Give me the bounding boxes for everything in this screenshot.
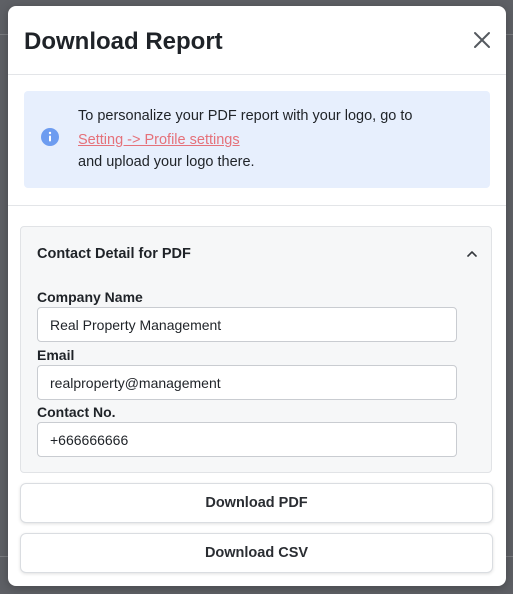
info-icon [41,128,59,146]
accordion-title[interactable]: Contact Detail for PDF [37,246,191,262]
company-name-input[interactable] [37,307,457,342]
contact-no-input[interactable] [37,422,457,457]
contact-no-label: Contact No. [37,404,116,420]
email-label: Email [37,347,75,363]
modal-title: Download Report [24,28,223,55]
email-input[interactable] [37,365,457,400]
modal-header: Download Report [8,6,506,75]
info-text: To personalize your PDF report with your… [78,108,413,124]
profile-settings-link[interactable]: Setting -> Profile settings [78,132,240,148]
chevron-up-icon[interactable] [465,247,479,261]
logo-info-banner: To personalize your PDF report with your… [24,91,490,188]
close-icon[interactable] [472,30,492,50]
download-report-modal: Download Report To personalize your PDF … [8,6,506,586]
download-pdf-button[interactable]: Download PDF [20,483,493,523]
section-divider [8,205,506,206]
company-name-label: Company Name [37,289,143,305]
contact-detail-accordion: Contact Detail for PDF Company Name Emai… [20,226,492,473]
download-csv-button[interactable]: Download CSV [20,533,493,573]
info-text: and upload your logo there. [78,154,255,170]
